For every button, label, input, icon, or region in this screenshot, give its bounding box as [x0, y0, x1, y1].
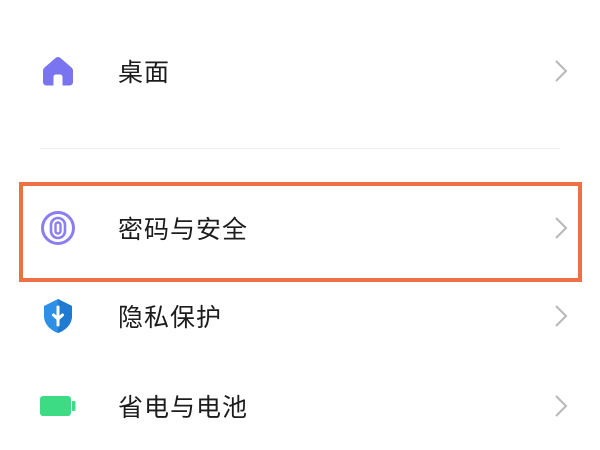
section-divider [40, 148, 560, 149]
settings-item-password-security[interactable]: 密码与安全 [0, 188, 600, 268]
settings-item-desktop[interactable]: 桌面 [0, 31, 600, 111]
home-icon [40, 53, 76, 89]
settings-item-label: 隐私保护 [118, 303, 223, 332]
settings-item-label: 桌面 [118, 58, 171, 87]
chevron-right-icon [553, 304, 569, 328]
settings-item-label: 密码与安全 [118, 215, 249, 244]
chevron-right-icon [553, 216, 569, 240]
settings-item-battery[interactable]: 省电与电池 [0, 366, 600, 446]
settings-item-privacy[interactable]: 隐私保护 [0, 276, 600, 356]
shield-icon [40, 298, 76, 334]
chevron-right-icon [553, 59, 569, 83]
chevron-right-icon [553, 394, 569, 418]
fingerprint-icon [40, 210, 76, 246]
settings-item-label: 省电与电池 [118, 393, 249, 422]
battery-icon [40, 388, 76, 424]
